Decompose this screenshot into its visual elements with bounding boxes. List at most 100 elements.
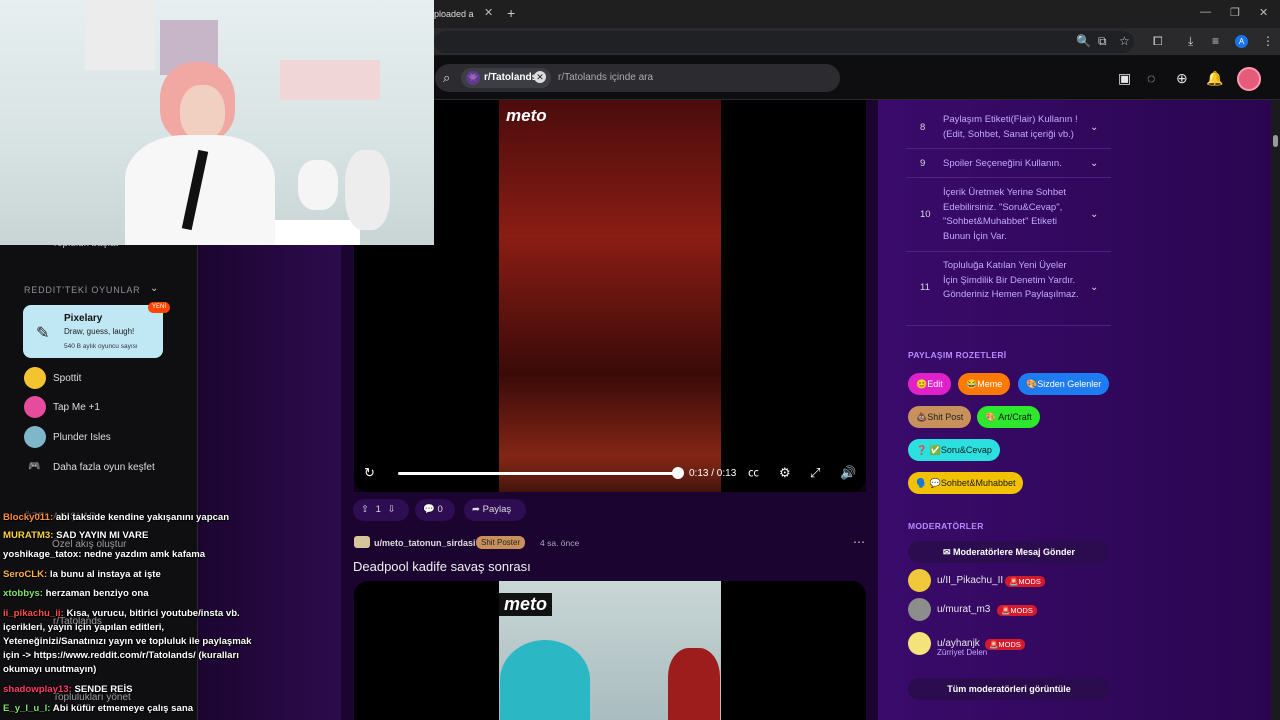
pixelary-subtitle: Draw, guess, laugh! [64, 327, 135, 336]
flair-filter-5[interactable]: ❓ ✅Soru&Cevap [908, 439, 1000, 461]
moderator-avatar[interactable] [908, 598, 931, 621]
url-field[interactable] [434, 31, 1134, 53]
chat-message: Blocky011: abi taksıde kendine yakışanın… [3, 512, 230, 523]
chip-close-icon[interactable]: ✕ [534, 71, 546, 83]
create-post-icon[interactable]: ⊕ [1176, 70, 1188, 86]
minimize-icon[interactable]: — [1200, 6, 1211, 18]
chat-text: herzaman benziyo ona [45, 588, 149, 599]
downvote-icon[interactable]: ⇩ [388, 504, 396, 515]
new-badge: YENİ [148, 302, 171, 313]
divider [906, 251, 1111, 252]
zoom-icon[interactable]: 🔍 [1076, 34, 1091, 48]
pixelary-player-count: 540 B aylık oyuncu sayısı [64, 343, 138, 350]
new-tab-icon[interactable]: + [507, 5, 515, 21]
game-link-0[interactable]: Spottit [53, 373, 81, 384]
flair-filter-2[interactable]: 🎨Sizden Gelenler [1018, 373, 1110, 395]
browser-menu-icon[interactable]: ⋮ [1262, 34, 1274, 48]
divider [906, 325, 1111, 326]
post-title[interactable]: Deadpool kadife savaş sonrası [353, 559, 531, 574]
download-icon[interactable]: ⤓ [1188, 34, 1193, 48]
streamer-face [180, 85, 225, 140]
chevron-down-icon[interactable]: ⌄ [1090, 122, 1098, 133]
chat-username: Blocky011 [3, 512, 50, 523]
chat-text: la bunu al instaya at işte [49, 569, 161, 580]
upvote-icon[interactable]: ⇧ [361, 504, 369, 515]
game-link-2[interactable]: Plunder Isles [53, 432, 111, 443]
install-app-icon[interactable]: ⧉ [1098, 34, 1107, 48]
chat-message: yoshikage_tatox: nedne yazdım amk kafama [3, 549, 206, 560]
divider [906, 177, 1111, 178]
moderator-name[interactable]: u/II_Pikachu_II [937, 575, 1003, 586]
chat-text: Kısa, vurucu, bitirici youtube/insta vb. [66, 608, 240, 619]
bookmark-star-icon[interactable]: ☆ [1119, 34, 1130, 48]
rule-number: 11 [920, 282, 930, 293]
pencil-icon: ✎ [36, 325, 50, 342]
chevron-down-icon[interactable]: ⌄ [1090, 282, 1098, 293]
flair-filter-3[interactable]: 💩Shit Post [908, 406, 972, 428]
chat-message: MURATM3: SAD YAYIN MI VARE [3, 530, 149, 541]
rule-text[interactable]: Spoiler Seçeneğini Kullanın. [943, 157, 1083, 172]
advertise-icon[interactable]: ▣ [1118, 70, 1131, 86]
comment-icon: 💬 [423, 504, 435, 515]
captions-icon[interactable]: ㏄ [748, 465, 759, 481]
maximize-icon[interactable]: ❐ [1230, 6, 1240, 19]
message-mods-label: Moderatörlere Mesaj Gönder [953, 547, 1076, 557]
community-avatar-icon: 👾 [466, 71, 480, 85]
plunder-icon [24, 426, 46, 448]
rule-text[interactable]: İçerik Üretmek Yerine Sohbet Edebilirsin… [943, 186, 1083, 244]
reading-list-icon[interactable]: ≡ [1212, 34, 1219, 48]
flairs-section-title: PAYLAŞIM ROZETLERİ [908, 350, 1007, 360]
comments-button[interactable]: 💬 0 [415, 499, 455, 521]
rule-text[interactable]: Paylaşım Etiketi(Flair) Kullanın ! (Edit… [943, 113, 1083, 142]
close-window-icon[interactable]: ✕ [1259, 6, 1268, 19]
flair-filter-6[interactable]: 🗣️ 💬Sohbet&Muhabbet [908, 472, 1024, 494]
fullscreen-icon[interactable]: ⤢ [810, 465, 820, 481]
scrollbar-thumb[interactable] [1273, 135, 1278, 147]
more-options-icon[interactable]: ⋯ [853, 535, 865, 549]
moderator-avatar[interactable] [908, 569, 931, 592]
flair-filter-4[interactable]: 🎨 Art/Craft [977, 406, 1040, 428]
post-author-avatar[interactable] [354, 536, 370, 548]
chat-message: xtobbys: herzaman benziyo ona [3, 588, 149, 599]
replay-icon[interactable]: ↻ [364, 465, 375, 481]
post-author[interactable]: u/meto_tatonun_sirdasi [374, 538, 476, 548]
vote-control[interactable]: ⇧ 1 ⇩ [353, 499, 409, 521]
post-flair[interactable]: Shit Poster [476, 536, 526, 549]
games-section-title: REDDIT'TEKİ OYUNLAR [24, 285, 141, 295]
share-button[interactable]: ➦ Paylaş [464, 499, 526, 521]
moderator-name[interactable]: u/murat_m3 [937, 604, 990, 615]
gamepad-icon: 🎮 [28, 461, 41, 472]
chevron-up-icon[interactable]: ⌄ [150, 283, 158, 294]
browser-profile-avatar[interactable]: A [1235, 35, 1248, 48]
chat-message: okumayı unutmayın) [3, 664, 96, 675]
progress-handle[interactable] [672, 467, 684, 479]
extensions-icon[interactable]: ⧠ [1153, 34, 1163, 48]
chat-text: abi taksıde kendine yakışanını yapcan [55, 512, 230, 523]
chat-username: ii_pikachu_ii [3, 608, 61, 619]
rule-text[interactable]: Topluluğa Katılan Yeni Üyeler İçin Şimdi… [943, 259, 1083, 303]
chat-username: MURATM3 [3, 530, 51, 541]
moderator-avatar[interactable] [908, 632, 931, 655]
game-link-1[interactable]: Tap Me +1 [53, 402, 100, 413]
user-avatar[interactable] [1237, 67, 1261, 91]
progress-bar[interactable] [398, 472, 678, 475]
tab-title: ploaded a [434, 9, 474, 19]
notifications-bell-icon[interactable]: 🔔 [1206, 70, 1223, 86]
discover-games-link[interactable]: Daha fazla oyun keşfet [53, 462, 155, 473]
chevron-down-icon[interactable]: ⌄ [1090, 158, 1098, 169]
settings-gear-icon[interactable]: ⚙ [779, 465, 791, 481]
chat-username: SeroCLK [3, 569, 45, 580]
tab-close-icon[interactable]: ✕ [484, 7, 493, 19]
chat-icon[interactable]: ◌ [1147, 70, 1155, 86]
pixelary-title: Pixelary [64, 313, 103, 324]
mask-decoration [298, 160, 338, 210]
view-all-mods-button[interactable]: Tüm moderatörleri görüntüle [908, 678, 1110, 700]
flair-filter-0[interactable]: 😊Edit [908, 373, 951, 395]
volume-icon[interactable]: 🔊 [840, 465, 856, 481]
flair-filter-1[interactable]: 😂Meme [958, 373, 1011, 395]
message-mods-button[interactable]: ✉ Moderatörlere Mesaj Gönder [908, 541, 1110, 563]
bunny-mask [345, 150, 390, 230]
chevron-down-icon[interactable]: ⌄ [1090, 209, 1098, 220]
chat-username: shadowplay13 [3, 684, 69, 695]
scrollbar-track[interactable] [1271, 100, 1280, 720]
